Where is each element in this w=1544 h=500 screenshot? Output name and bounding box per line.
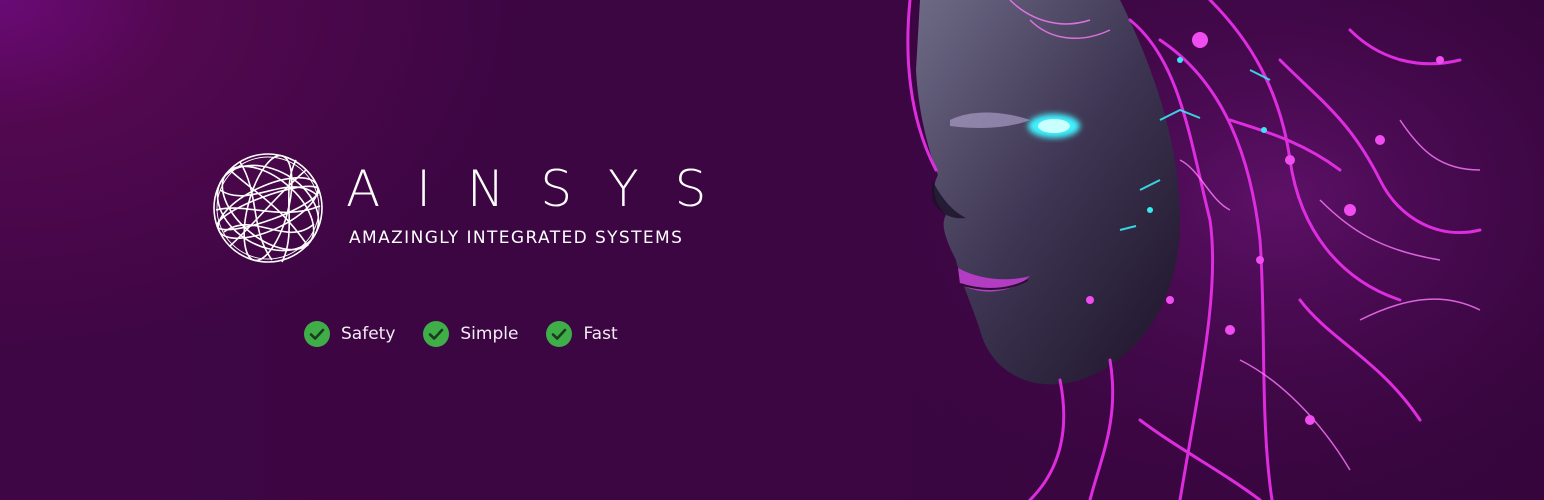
- feature-item-fast: Fast: [546, 321, 618, 347]
- brand-lockup: AINSYS AMAZINGLY INTEGRATED SYSTEMS: [210, 150, 730, 266]
- check-circle-icon: [423, 321, 450, 347]
- wireframe-globe-icon: [213, 153, 323, 263]
- feature-label: Simple: [460, 324, 519, 344]
- brand-wordmark: AINSYS: [346, 160, 743, 218]
- brand-tagline: AMAZINGLY INTEGRATED SYSTEMS: [349, 228, 684, 248]
- feature-item-safety: Safety: [304, 321, 395, 347]
- hero-banner: AINSYS AMAZINGLY INTEGRATED SYSTEMS Safe…: [0, 0, 1544, 500]
- check-circle-icon: [546, 321, 573, 347]
- feature-item-simple: Simple: [423, 321, 518, 347]
- check-circle-icon: [304, 321, 330, 347]
- cyborg-head-illustration: [880, 0, 1544, 500]
- feature-label: Fast: [583, 324, 618, 344]
- feature-label: Safety: [341, 324, 396, 344]
- feature-list: Safety Simple Fast: [304, 320, 646, 348]
